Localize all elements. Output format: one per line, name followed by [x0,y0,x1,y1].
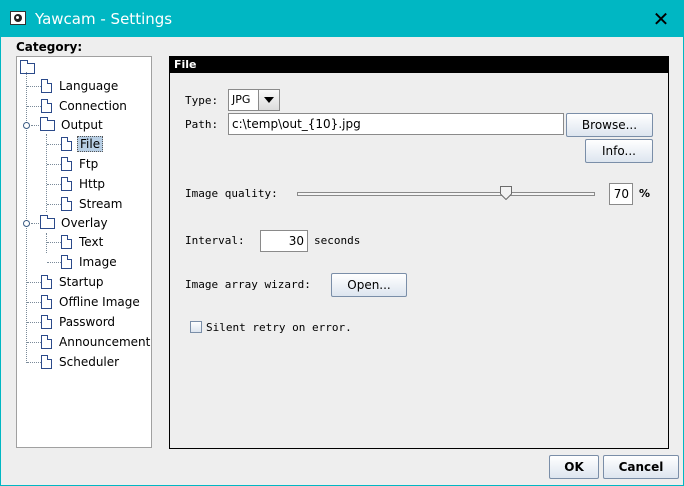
open-wizard-button[interactable]: Open... [331,273,407,297]
document-icon [41,335,52,349]
type-select-value: JPG [229,90,258,110]
tree-item-offline-image[interactable]: Offline Image [41,293,142,311]
document-icon [61,157,72,171]
tree-item-ftp[interactable]: Ftp [61,155,100,173]
document-icon [41,295,52,309]
document-icon [61,177,72,191]
folder-open-icon [40,214,55,229]
document-icon [41,275,52,289]
tree-item-label: Announcements [59,335,152,349]
tree-item-startup[interactable]: Startup [41,273,106,291]
tree-item-label: Ftp [79,157,99,171]
path-input[interactable]: c:\temp\out_{10}.jpg [228,113,564,135]
tree-item-label: Language [59,79,119,93]
silent-retry-label: Silent retry on error. [206,321,352,334]
settings-window: Yawcam - Settings ✕ Category: Language C… [1,1,683,485]
browse-button[interactable]: Browse... [566,113,653,137]
type-label: Type: [185,94,219,107]
category-label: Category: [16,40,83,54]
chevron-down-icon[interactable] [258,90,279,110]
tree-item-label: Password [59,315,116,329]
window-title: Yawcam - Settings [35,10,173,28]
tree-item-language[interactable]: Language [41,77,120,95]
tree-item-file[interactable]: File [61,135,104,153]
silent-retry-checkbox[interactable] [190,321,202,333]
tree-item-image[interactable]: Image [61,253,119,271]
tree-item-overlay[interactable]: Overlay [40,214,110,232]
document-icon [41,79,52,93]
path-label: Path: [185,118,219,131]
cancel-button[interactable]: Cancel [603,455,679,479]
title-bar[interactable]: Yawcam - Settings ✕ [1,1,683,37]
info-button[interactable]: Info... [585,139,653,163]
document-icon [61,137,72,151]
image-array-wizard-label: Image array wizard: [185,278,311,291]
folder-open-icon [40,116,55,131]
collapse-output-handle[interactable] [23,122,30,129]
file-settings-panel: File Type: JPG Path: c:\temp\out_{10}.jp… [169,56,669,449]
image-quality-value[interactable]: 70 [609,183,633,205]
tree-item-label: Http [79,177,106,191]
image-quality-label: Image quality: [185,187,278,200]
tree-item-http[interactable]: Http [61,175,107,193]
tree-item-label: Scheduler [59,355,120,369]
document-icon [61,197,72,211]
interval-input[interactable]: 30 [260,230,308,252]
tree-item-label: Image [79,255,117,269]
document-icon [41,315,52,329]
tree-item-label: Stream [79,197,123,211]
percent-unit: % [639,187,651,200]
tree-item-label: Text [79,235,104,249]
interval-label: Interval: [185,234,245,247]
type-select[interactable]: JPG [228,89,280,111]
document-icon [41,99,52,113]
tree-item-scheduler[interactable]: Scheduler [41,353,121,371]
tree-item-label: Offline Image [59,295,140,309]
tree-root[interactable] [20,59,39,77]
tree-item-password[interactable]: Password [41,313,117,331]
webcam-app-icon [10,11,26,25]
panel-header: File [170,57,668,73]
collapse-overlay-handle[interactable] [23,220,30,227]
tree-item-output[interactable]: Output [40,116,105,134]
tree-item-text[interactable]: Text [61,233,105,251]
ok-button[interactable]: OK [549,455,599,479]
tree-item-label: Startup [59,275,104,289]
interval-unit: seconds [314,234,361,247]
tree-item-connection[interactable]: Connection [41,97,129,115]
category-tree[interactable]: Language Connection Output File Ftp Http… [16,56,152,448]
folder-icon [20,59,35,74]
image-quality-slider-thumb[interactable] [499,186,512,200]
tree-item-stream[interactable]: Stream [61,195,124,213]
tree-item-label: Output [61,118,103,132]
document-icon [41,355,52,369]
image-quality-slider-track[interactable] [297,192,595,196]
tree-item-label: Overlay [61,216,108,230]
tree-item-label: Connection [59,99,127,113]
document-icon [61,235,72,249]
tree-item-announcements[interactable]: Announcements [41,333,152,351]
close-icon[interactable]: ✕ [647,5,675,33]
tree-item-label: File [77,136,104,152]
document-icon [61,255,72,269]
